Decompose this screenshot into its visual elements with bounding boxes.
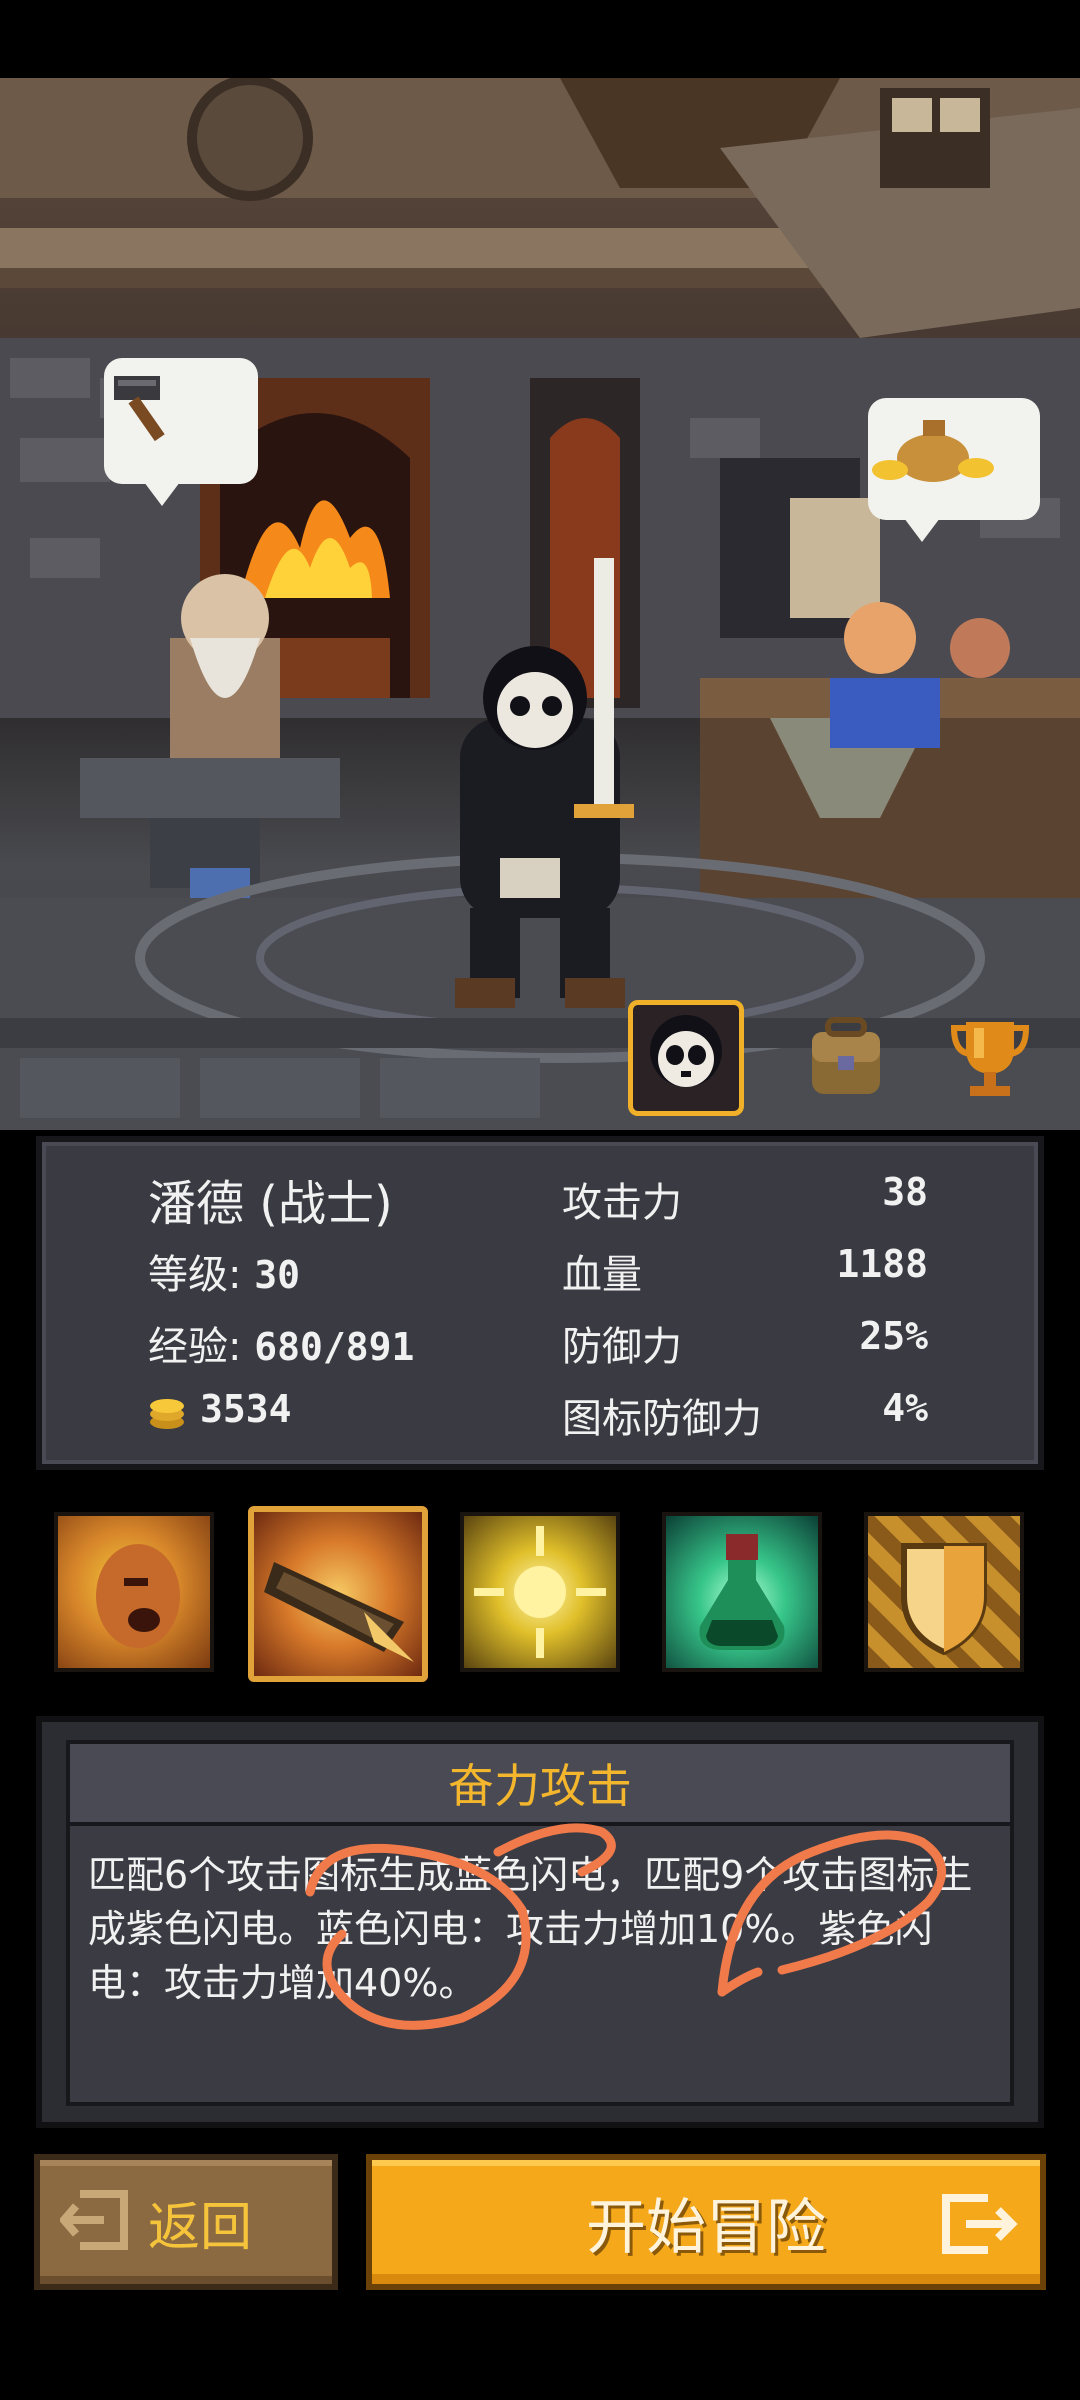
- hp-label: 血量: [562, 1252, 642, 1298]
- skill-description-text: 匹配6个攻击图标生成蓝色闪电，匹配9个攻击图标生成紫色闪电。蓝色闪电：攻击力增加…: [88, 1853, 973, 2005]
- back-button-label: 返回: [148, 2197, 253, 2258]
- exp-row: 经验: 680/891: [148, 1314, 414, 1372]
- tab-character[interactable]: [628, 1000, 744, 1116]
- tavern-scene: [0, 78, 1080, 1130]
- character-stats-panel: 潘德 (战士) 等级: 30 经验: 680/891 3534 攻击力 38 血…: [36, 1136, 1044, 1470]
- exp-label: 经验:: [148, 1324, 242, 1370]
- exit-arrow-icon: [58, 2188, 132, 2256]
- skill-description-body: 匹配6个攻击图标生成蓝色闪电，匹配9个攻击图标生成紫色闪电。蓝色闪电：攻击力增加…: [66, 1826, 1014, 2106]
- start-adventure-button[interactable]: 开始冒险: [366, 2154, 1046, 2290]
- level-row: 等级: 30: [148, 1242, 300, 1300]
- blacksmith-speech-bubble[interactable]: [104, 358, 258, 506]
- rage-face-skill-icon: [58, 1544, 210, 1668]
- tab-achievements[interactable]: [932, 1000, 1048, 1116]
- skill-title-bar: 奋力攻击: [66, 1740, 1014, 1826]
- trophy-icon: [942, 1008, 1038, 1108]
- skill-description-panel: 奋力攻击 匹配6个攻击图标生成蓝色闪电，匹配9个攻击图标生成紫色闪电。蓝色闪电：…: [36, 1716, 1044, 2128]
- shield-skill-icon: [868, 1543, 1020, 1668]
- icon-defense-label: 图标防御力: [562, 1396, 762, 1442]
- skill-slot-4[interactable]: [662, 1512, 822, 1672]
- skill-slot-1[interactable]: [54, 1512, 214, 1672]
- character-portrait-icon: [641, 1011, 731, 1105]
- attack-label: 攻击力: [562, 1180, 682, 1226]
- gold-value: 3534: [200, 1387, 292, 1431]
- backpack-icon: [798, 1008, 894, 1108]
- gold-coin-icon: [148, 1394, 186, 1429]
- level-label: 等级:: [148, 1252, 242, 1298]
- defense-label: 防御力: [562, 1324, 682, 1370]
- tab-backpack[interactable]: [788, 1000, 904, 1116]
- attack-value: 38: [882, 1170, 928, 1214]
- skill-slot-5[interactable]: [864, 1512, 1024, 1672]
- level-value: 30: [254, 1253, 300, 1297]
- enter-arrow-icon: [942, 2192, 1018, 2260]
- start-button-label: 开始冒险: [586, 2192, 826, 2263]
- gold-row: 3534: [148, 1386, 292, 1432]
- power-strike-skill-icon: [254, 1562, 422, 1676]
- icon-defense-value: 4%: [882, 1386, 928, 1430]
- scene-background: [0, 78, 1080, 1130]
- defense-value: 25%: [859, 1314, 928, 1358]
- character-name: 潘德 (战士): [148, 1176, 393, 1232]
- skill-slot-2[interactable]: [248, 1506, 428, 1682]
- golden-burst-skill-icon: [464, 1526, 616, 1668]
- skill-title: 奋力攻击: [448, 1759, 632, 1813]
- shop-speech-bubble[interactable]: [868, 398, 1040, 542]
- hp-value: 1188: [836, 1242, 928, 1286]
- green-potion-skill-icon: [666, 1534, 818, 1668]
- exp-value: 680/891: [254, 1325, 415, 1369]
- skill-slot-3[interactable]: [460, 1512, 620, 1672]
- back-button[interactable]: 返回: [34, 2154, 338, 2290]
